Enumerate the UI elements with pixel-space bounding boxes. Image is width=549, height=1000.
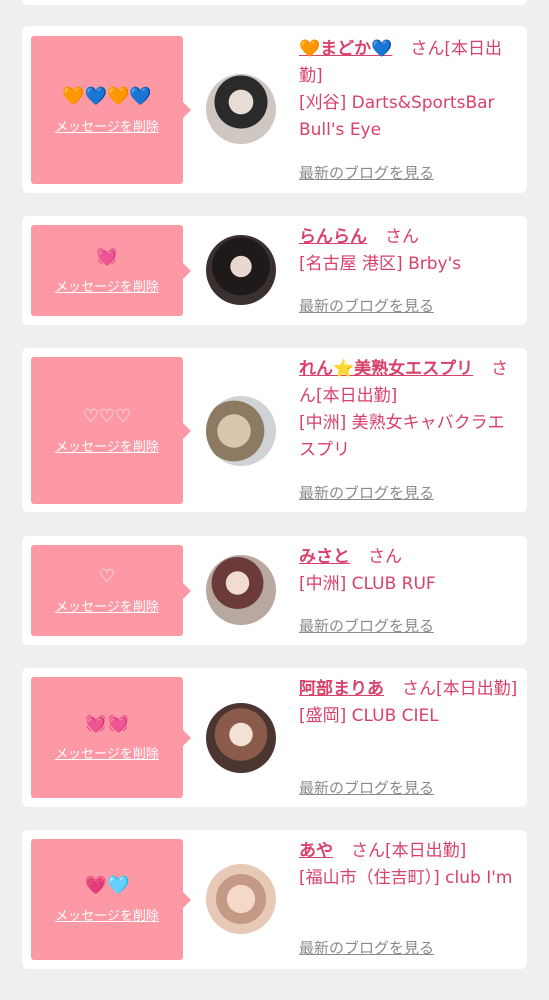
message-card: 💗🩵 メッセージを削除 あや さん[本日出勤] [福山市（住吉町）] club I… <box>22 830 527 969</box>
shop-name: [中洲] 美熟女キャバクラエスプリ <box>299 413 505 460</box>
delete-message-link[interactable]: メッセージを削除 <box>55 596 159 615</box>
cast-status: さん <box>385 227 419 247</box>
delete-message-link[interactable]: メッセージを削除 <box>55 905 159 924</box>
message-card: 💓 メッセージを削除 らんらん さん [名古屋 港区] Brby's 最新のブログ… <box>22 216 527 325</box>
message-bubble: ♡♡♡ メッセージを削除 <box>31 357 191 504</box>
message-emoji: 💓💓 <box>84 713 130 734</box>
message-bubble: 💓💓 メッセージを削除 <box>31 677 191 798</box>
message-emoji: 🧡💙🧡💙 <box>62 85 152 107</box>
avatar[interactable] <box>206 555 276 625</box>
delete-message-link[interactable]: メッセージを削除 <box>55 436 159 455</box>
message-bubble: 💓 メッセージを削除 <box>31 225 191 316</box>
cast-name-link[interactable]: れん⭐美熟女エスプリ <box>299 359 473 379</box>
latest-blog-link[interactable]: 最新のブログを見る <box>299 615 434 636</box>
cast-status: さん <box>368 547 402 567</box>
cast-info: あや さん[本日出勤] [福山市（住吉町）] club I'm <box>299 838 521 892</box>
delete-message-link[interactable]: メッセージを削除 <box>55 276 159 295</box>
latest-blog-link[interactable]: 最新のブログを見る <box>299 937 434 958</box>
avatar[interactable] <box>206 703 276 773</box>
message-emoji: ♡ <box>98 566 116 587</box>
avatar[interactable] <box>206 235 276 305</box>
cast-info: れん⭐美熟女エスプリ さん[本日出勤] [中洲] 美熟女キャバクラエスプリ <box>299 356 521 464</box>
message-card: 🧡💙🧡💙 メッセージを削除 🧡まどか💙 さん[本日出勤] [刈谷] Darts&S… <box>22 26 527 193</box>
message-emoji: ♡♡♡ <box>82 406 132 427</box>
message-bubble: ♡ メッセージを削除 <box>31 545 191 636</box>
message-bubble: 💗🩵 メッセージを削除 <box>31 839 191 960</box>
latest-blog-link[interactable]: 最新のブログを見る <box>299 482 434 503</box>
message-bubble: 🧡💙🧡💙 メッセージを削除 <box>31 36 191 184</box>
avatar[interactable] <box>206 864 276 934</box>
shop-name: [名古屋 港区] Brby's <box>299 254 462 274</box>
message-card: ♡♡♡ メッセージを削除 れん⭐美熟女エスプリ さん[本日出勤] [中洲] 美熟女… <box>22 348 527 512</box>
latest-blog-link[interactable]: 最新のブログを見る <box>299 295 434 316</box>
avatar[interactable] <box>206 74 276 144</box>
shop-name: [盛岡] CLUB CIEL <box>299 706 439 726</box>
previous-card-bottom <box>22 0 527 5</box>
cast-name-link[interactable]: 🧡まどか💙 <box>299 39 392 59</box>
message-emoji: 💓 <box>95 246 119 267</box>
delete-message-link[interactable]: メッセージを削除 <box>55 743 159 762</box>
cast-info: 阿部まりあ さん[本日出勤] [盛岡] CLUB CIEL <box>299 676 521 730</box>
cast-info: みさと さん [中洲] CLUB RUF <box>299 544 521 598</box>
cast-status: さん[本日出勤] <box>402 679 518 699</box>
cast-info: らんらん さん [名古屋 港区] Brby's <box>299 224 521 278</box>
shop-name: [刈谷] Darts&SportsBar Bull's Eye <box>299 93 495 140</box>
cast-name-link[interactable]: あや <box>299 841 333 861</box>
latest-blog-link[interactable]: 最新のブログを見る <box>299 162 434 183</box>
message-emoji: 💗🩵 <box>84 875 130 896</box>
cast-name-link[interactable]: 阿部まりあ <box>299 679 384 699</box>
cast-status: さん[本日出勤] <box>351 841 467 861</box>
delete-message-link[interactable]: メッセージを削除 <box>55 116 159 135</box>
avatar[interactable] <box>206 396 276 466</box>
message-card: ♡ メッセージを削除 みさと さん [中洲] CLUB RUF 最新のブログを見る <box>22 536 527 645</box>
shop-name: [中洲] CLUB RUF <box>299 574 436 594</box>
shop-name: [福山市（住吉町）] club I'm <box>299 868 513 888</box>
cast-info: 🧡まどか💙 さん[本日出勤] [刈谷] Darts&SportsBar Bull'… <box>299 36 521 144</box>
cast-name-link[interactable]: みさと <box>299 547 350 567</box>
message-card: 💓💓 メッセージを削除 阿部まりあ さん[本日出勤] [盛岡] CLUB CIEL… <box>22 668 527 807</box>
cast-name-link[interactable]: らんらん <box>299 227 367 247</box>
latest-blog-link[interactable]: 最新のブログを見る <box>299 777 434 798</box>
